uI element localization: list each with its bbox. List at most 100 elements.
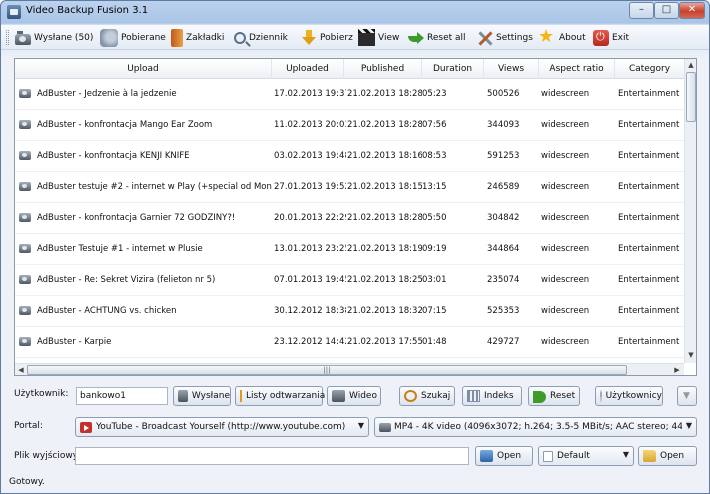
table-row[interactable]: AdBuster - konfrontacja KENJI KNIFE 03.02…: [15, 141, 685, 172]
videos-button[interactable]: Wideo: [327, 386, 381, 406]
cell-upload-title: AdBuster Testuje #1 - internet w Plusie: [37, 244, 203, 254]
camera-icon: [19, 89, 31, 98]
chevron-down-icon: ▼: [622, 450, 629, 459]
horizontal-scroll-thumb[interactable]: |||: [27, 365, 627, 375]
toolbar-bookmarks-label: Zakładki: [186, 32, 225, 43]
column-header-aspect-ratio[interactable]: Aspect ratio: [539, 59, 615, 79]
toolbar-grip[interactable]: [6, 30, 9, 45]
uploads-table[interactable]: Upload Uploaded Published Duration Views…: [14, 58, 697, 376]
chevron-down-icon: ▼: [357, 421, 364, 430]
chevron-down-icon: ▼: [683, 391, 690, 401]
cell-published-date: 21.02.2013 18:28: [347, 89, 422, 99]
search-button-label: Szukaj: [421, 391, 451, 401]
status-text: Gotowy.: [9, 477, 45, 487]
table-row[interactable]: AdBuster testuje #2 - internet w Play (+…: [15, 172, 685, 203]
scroll-up-arrow[interactable]: ▲: [685, 59, 696, 71]
toolbar-download-button[interactable]: Pobierz: [301, 27, 353, 48]
toolbar-about-button[interactable]: About: [538, 26, 586, 48]
star-icon: [538, 26, 556, 47]
table-row[interactable]: AdBuster - konfrontacja Garnier 72 GODZI…: [15, 203, 685, 234]
cell-uploaded-date: 17.02.2013 19:37: [274, 89, 346, 99]
table-row[interactable]: AdBuster - ACHTUNG vs. chicken 30.12.2012…: [15, 296, 685, 327]
column-header-views[interactable]: Views: [484, 59, 539, 79]
toolbar-bookmarks-button[interactable]: Zakładki: [171, 27, 224, 48]
toolbar-exit-button[interactable]: Exit: [593, 27, 629, 48]
users-icon: [600, 390, 602, 402]
chevron-down-icon: ▼: [685, 421, 692, 430]
cell-aspect-ratio: widescreen: [541, 151, 590, 161]
arrow-down-icon: [301, 29, 317, 47]
cell-aspect-ratio: widescreen: [541, 337, 590, 347]
toolbar-downloads-button[interactable]: Pobierane: [100, 27, 166, 48]
cell-duration: 03:01: [422, 275, 447, 285]
playlists-button[interactable]: Listy odtwarzania: [235, 386, 325, 406]
index-button[interactable]: Indeks: [462, 386, 522, 406]
uploaded-button[interactable]: Wysłane: [173, 386, 231, 406]
column-header-published[interactable]: Published: [344, 59, 422, 79]
cell-aspect-ratio: widescreen: [541, 306, 590, 316]
vertical-scrollbar[interactable]: ▲ ▼: [684, 59, 696, 363]
close-button[interactable]: ✕: [679, 2, 705, 19]
cell-uploaded-date: 27.01.2013 19:52: [274, 182, 346, 192]
toolbar-log-button[interactable]: Dziennik: [234, 27, 288, 48]
table-row[interactable]: AdBuster - Karpie 23.12.2012 14:42 21.02.2…: [15, 327, 685, 358]
camera-icon: [19, 213, 31, 222]
minimize-button[interactable]: –: [629, 2, 654, 19]
cell-views: 591253: [487, 151, 520, 161]
search-button[interactable]: Szukaj: [399, 386, 455, 406]
cell-published-date: 21.02.2013 18:28: [347, 213, 422, 223]
open-folder-button-label: Open: [660, 451, 685, 461]
toolbar-settings-button[interactable]: Settings: [475, 27, 533, 48]
maximize-button[interactable]: □: [654, 2, 679, 19]
scroll-right-arrow[interactable]: ▶: [671, 364, 683, 375]
open-output-button-label: Open: [497, 451, 522, 461]
user-input[interactable]: bankowo1: [76, 387, 168, 405]
toolbar-reset-all-button[interactable]: Reset all: [406, 27, 466, 48]
table-row[interactable]: AdBuster - Jedzenie à la jedzenie 17.02.2…: [15, 79, 685, 110]
column-header-upload[interactable]: Upload: [15, 59, 272, 79]
output-file-input[interactable]: [75, 447, 469, 465]
table-header: Upload Uploaded Published Duration Views…: [15, 59, 685, 79]
camera-icon: [332, 390, 345, 402]
column-header-category[interactable]: Category: [615, 59, 685, 79]
cell-uploaded-date: 13.01.2013 23:25: [274, 244, 346, 254]
scroll-down-button[interactable]: ▼: [677, 386, 697, 406]
table-row[interactable]: AdBuster - konfrontacja Mango Ear Zoom 11…: [15, 110, 685, 141]
format-select[interactable]: MP4 - 4K video (4096x3072; h.264; 3.5-5 …: [374, 417, 697, 437]
horizontal-scrollbar[interactable]: ◀ ||| ▶: [15, 363, 684, 375]
table-row[interactable]: AdBuster Testuje #1 - internet w Plusie 1…: [15, 234, 685, 265]
users-button[interactable]: Użytkownicy: [595, 386, 663, 406]
cell-category: Entertainment: [618, 306, 680, 316]
cell-published-date: 21.02.2013 18:25: [347, 275, 422, 285]
index-button-label: Indeks: [484, 391, 514, 401]
reset-button[interactable]: Reset: [528, 386, 580, 406]
cell-upload-title: AdBuster - konfrontacja Mango Ear Zoom: [37, 120, 213, 130]
cell-upload-title: AdBuster - Jedzenie à la jedzenie: [37, 89, 177, 99]
open-output-button[interactable]: Open: [475, 446, 533, 466]
reset-arrow-icon: [406, 29, 424, 47]
cell-upload-title: AdBuster testuje #2 - internet w Play (+…: [37, 182, 272, 192]
scroll-left-arrow[interactable]: ◀: [15, 364, 27, 375]
camera-icon: [19, 182, 31, 191]
youtube-icon: [80, 421, 92, 433]
cell-category: Entertainment: [618, 89, 680, 99]
cell-views: 344093: [487, 120, 520, 130]
cell-aspect-ratio: widescreen: [541, 213, 590, 223]
column-header-uploaded[interactable]: Uploaded: [272, 59, 344, 79]
toolbar-reset-all-label: Reset all: [427, 32, 466, 43]
cell-duration: 08:53: [422, 151, 447, 161]
vertical-scroll-thumb[interactable]: [686, 72, 696, 122]
portal-select[interactable]: YouTube - Broadcast Yourself (http://www…: [75, 417, 369, 437]
cell-category: Entertainment: [618, 182, 680, 192]
toolbar-view-button[interactable]: View: [358, 27, 399, 48]
scroll-down-arrow[interactable]: ▼: [685, 349, 696, 361]
toolbar: Wysłane (50) Pobierane Zakładki Dziennik…: [1, 25, 709, 50]
open-folder-button[interactable]: Open: [638, 446, 697, 466]
toolbar-about-label: About: [559, 32, 586, 43]
table-row[interactable]: AdBuster - Re: Sekret Vizira (felieton n…: [15, 265, 685, 296]
preset-select[interactable]: Default ▼: [538, 446, 634, 466]
column-header-duration[interactable]: Duration: [422, 59, 484, 79]
cell-duration: 09:19: [422, 244, 447, 254]
toolbar-uploaded-button[interactable]: Wysłane (50): [15, 27, 93, 48]
download-camera-icon: [100, 28, 118, 47]
